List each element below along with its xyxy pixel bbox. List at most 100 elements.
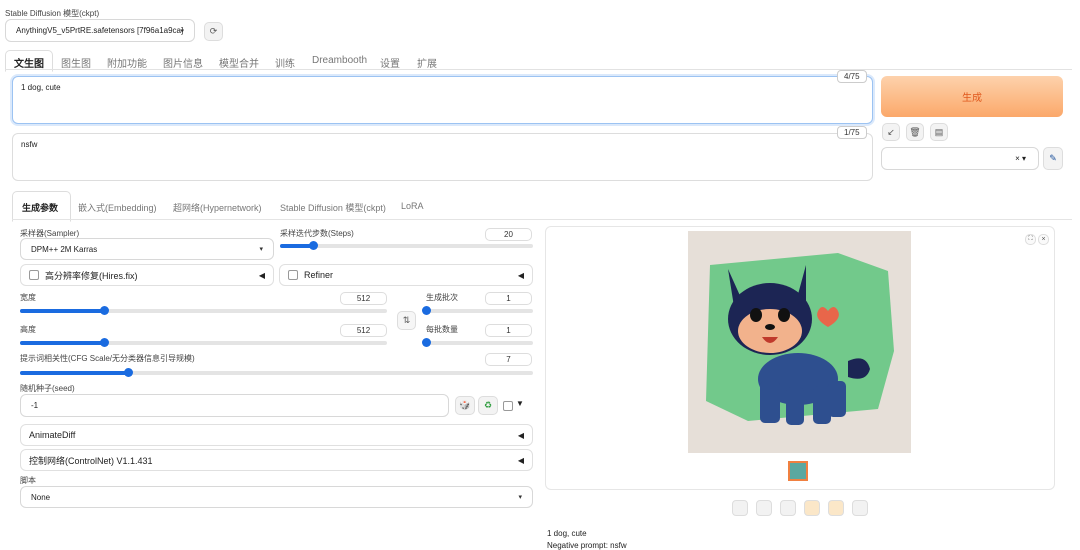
extra-seed-checkbox[interactable] [503,401,513,411]
width-label: 宽度 [20,293,36,302]
cfg-number[interactable]: 7 [485,353,532,366]
controlnet-accordion[interactable]: 控制网络(ControlNet) V1.1.431 ◀ [20,449,533,471]
tab-settings[interactable]: 设置 [380,55,400,70]
chevron-down-icon: ▾ [259,246,263,253]
script-select[interactable]: None ▾ [20,486,533,508]
chevron-down-icon: ▾ [518,494,522,501]
generated-image[interactable] [688,231,911,453]
batch-count-slider[interactable] [422,306,533,315]
refiner-accordion[interactable]: Refiner ◀ [279,264,533,286]
trash-icon: 🗑 [909,126,921,137]
clipboard-icon: ▤ [934,126,944,137]
dog-illustration [706,253,894,425]
refiner-checkbox[interactable] [288,270,298,280]
clear-prompt-button[interactable]: 🗑 [906,123,924,141]
swap-icon: ⇅ [402,315,411,325]
height-slider-fill [20,341,105,345]
fullscreen-button[interactable]: ⛶ [1025,234,1036,245]
info-prompt: 1 dog, cute [547,529,587,538]
seed-input[interactable]: -1 [20,394,449,417]
model-value: AnythingV5_v5PrtRE.safetensors [7f96a1a9… [16,26,184,35]
subtab-generation[interactable]: 生成参数 [22,201,58,214]
extra-seed-toggle-icon[interactable]: ▼ [516,399,524,408]
collapse-icon: ◀ [517,270,524,280]
refiner-label: Refiner [304,270,334,280]
hires-fix-accordion[interactable]: 高分辨率修复(Hires.fix) ◀ [20,264,274,286]
model-select[interactable]: AnythingV5_v5PrtRE.safetensors [7f96a1a9… [5,19,195,42]
reuse-seed-button[interactable]: ♻ [478,396,498,415]
refresh-model-button[interactable]: ⟳ [204,22,223,41]
collapse-icon: ◀ [517,455,524,465]
height-slider[interactable] [20,338,387,347]
controlnet-label: 控制网络(ControlNet) V1.1.431 [29,455,153,466]
batch-count-label: 生成批次 [426,293,458,302]
refresh-icon: ⟳ [209,26,218,36]
send-to-extras-button[interactable] [852,500,868,516]
recycle-icon: ♻ [483,400,493,410]
close-preview-button[interactable]: × [1038,234,1049,245]
batch-count-number[interactable]: 1 [485,292,532,305]
seed-label: 随机种子(seed) [20,384,75,393]
batch-size-label: 每批数量 [426,325,458,334]
tab-dreambooth[interactable]: Dreambooth [312,55,367,66]
chevron-down-icon: ▾ [180,27,184,35]
open-folder-button[interactable] [732,500,748,516]
subtab-checkpoint[interactable]: Stable Diffusion 模型(ckpt) [280,201,386,214]
tab-merge[interactable]: 模型合并 [219,55,259,70]
edit-styles-button[interactable]: ✎ [1043,147,1063,170]
height-label: 高度 [20,325,36,334]
styles-button[interactable]: ▤ [930,123,948,141]
hires-fix-checkbox[interactable] [29,270,39,280]
height-number[interactable]: 512 [340,324,387,337]
batch-size-handle[interactable] [422,338,431,347]
save-button[interactable] [756,500,772,516]
batch-count-handle[interactable] [422,306,431,315]
tab-txt2img[interactable]: 文生图 [14,55,44,70]
animatediff-accordion[interactable]: AnimateDiff ◀ [20,424,533,446]
pencil-icon: ✎ [1049,153,1057,163]
steps-slider[interactable] [280,241,533,250]
batch-size-slider[interactable] [422,338,533,347]
width-slider-fill [20,309,105,313]
image-thumbnail[interactable] [788,461,808,481]
tab-train[interactable]: 训练 [275,55,295,70]
animatediff-label: AnimateDiff [29,430,76,440]
subtab-divider [12,219,1072,220]
tab-img2img[interactable]: 图生图 [61,55,91,70]
send-to-img2img-button[interactable] [804,500,820,516]
subtab-lora[interactable]: LoRA [401,201,424,211]
cfg-slider[interactable] [20,368,533,377]
zip-button[interactable] [780,500,796,516]
close-icon: × [1041,236,1046,243]
script-label: 脚本 [20,476,36,485]
random-seed-button[interactable]: 🎲 [455,396,475,415]
subtab-embedding[interactable]: 嵌入式(Embedding) [78,201,157,214]
sampler-value: DPM++ 2M Karras [31,244,98,254]
sampler-select[interactable]: DPM++ 2M Karras ▾ [20,238,274,260]
prompt-token-counter: 4/75 [837,70,867,83]
negative-prompt-input[interactable]: nsfw [12,133,873,181]
steps-slider-handle[interactable] [308,241,318,250]
tab-png-info[interactable]: 图片信息 [163,55,203,70]
send-to-inpaint-button[interactable] [828,500,844,516]
script-value: None [31,492,51,502]
steps-number[interactable]: 20 [485,228,532,241]
collapse-icon: ◀ [517,430,524,440]
cfg-slider-handle[interactable] [123,368,133,377]
tab-extensions[interactable]: 扩展 [417,55,437,70]
dice-icon: 🎲 [459,400,471,410]
styles-select[interactable]: × ▾ [881,147,1039,170]
width-number[interactable]: 512 [340,292,387,305]
width-slider[interactable] [20,306,387,315]
batch-size-number[interactable]: 1 [485,324,532,337]
read-params-button[interactable]: ↙ [882,123,900,141]
collapse-icon: ◀ [258,270,265,280]
subtab-hypernetwork[interactable]: 超网络(Hypernetwork) [173,201,262,214]
width-slider-handle[interactable] [100,306,110,315]
swap-dimensions-button[interactable]: ⇅ [397,311,416,330]
steps-slider-fill [280,244,313,248]
height-slider-handle[interactable] [100,338,110,347]
tab-extras[interactable]: 附加功能 [107,55,147,70]
prompt-input[interactable]: 1 dog, cute [12,76,873,124]
generate-button[interactable]: 生成 [881,76,1063,117]
